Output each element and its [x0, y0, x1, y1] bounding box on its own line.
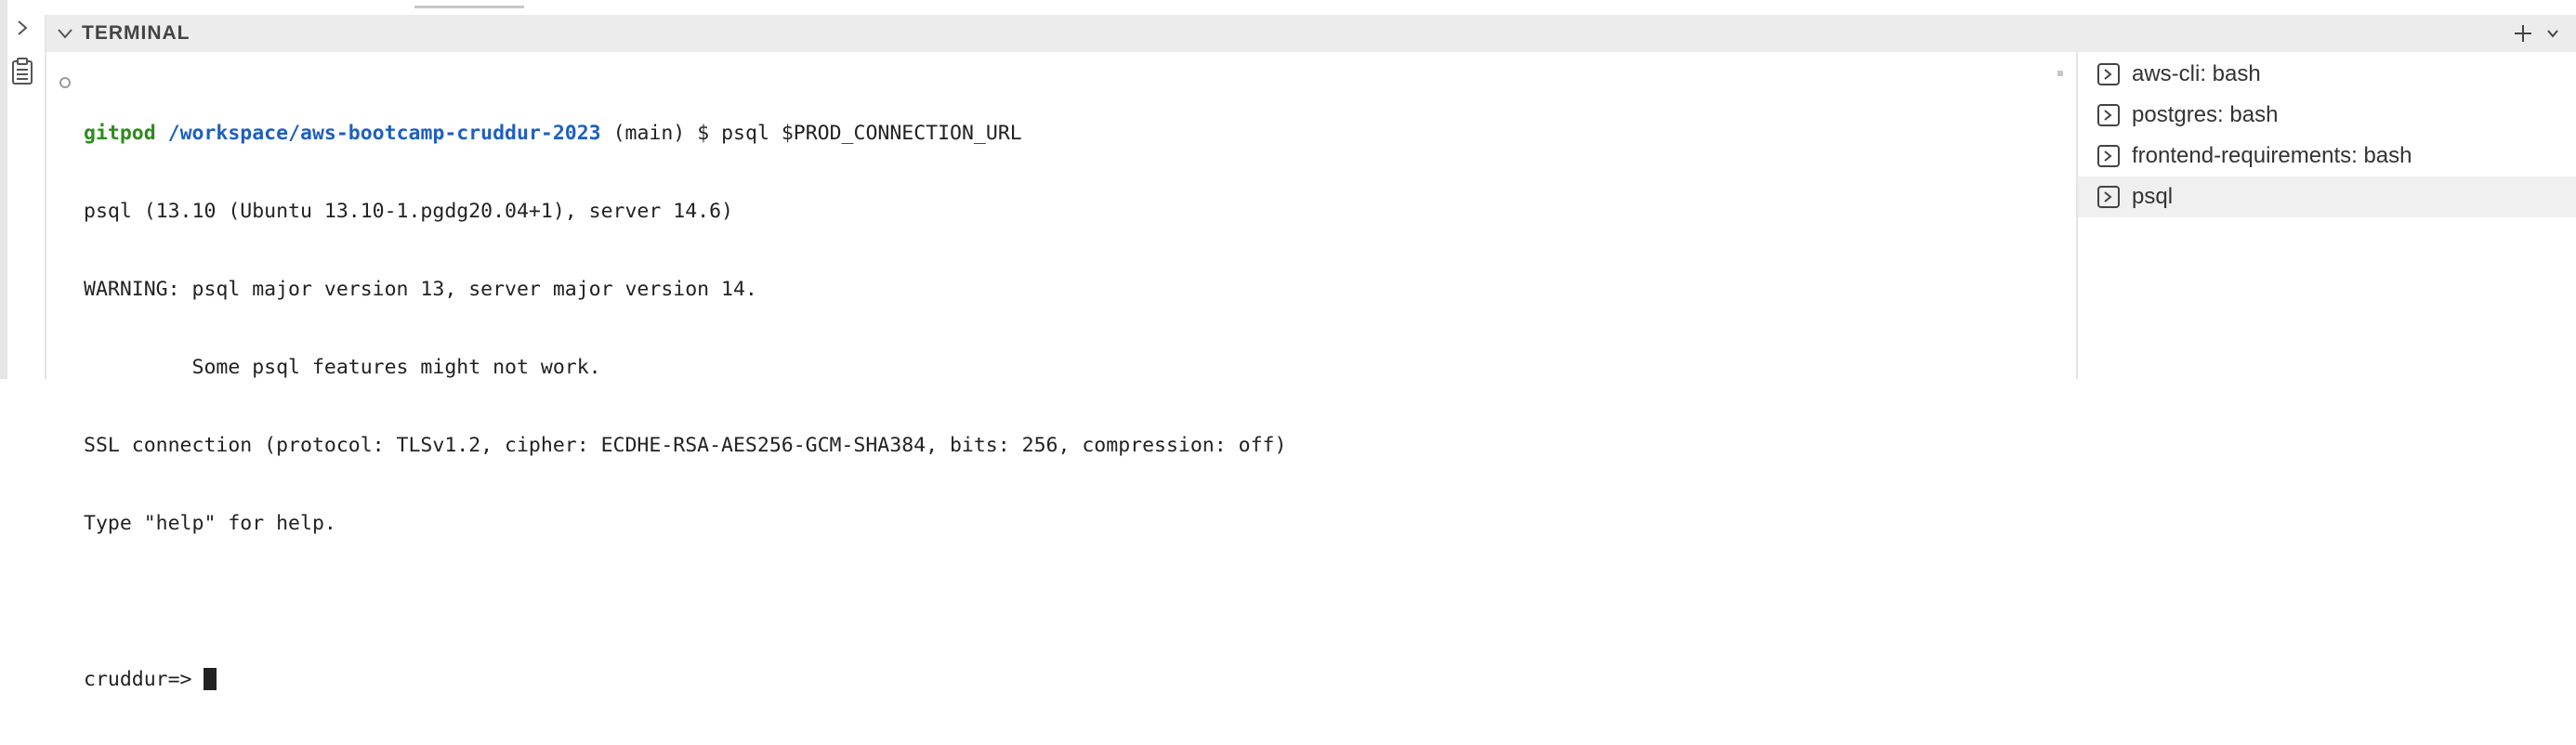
- tab-label: psql: [2132, 184, 2174, 209]
- top-tab-indicator: [414, 6, 524, 8]
- current-prompt-line[interactable]: cruddur=>: [84, 667, 1286, 693]
- activity-bar: [0, 0, 7, 379]
- terminal-tab-aws-cli[interactable]: aws-cli: bash: [2078, 54, 2576, 95]
- output-line: Some psql features might not work.: [84, 356, 601, 379]
- header-actions: [2509, 15, 2567, 52]
- terminal-output[interactable]: gitpod /workspace/aws-bootcamp-cruddur-2…: [46, 52, 2076, 691]
- output-line: SSL connection (protocol: TLSv1.2, ciphe…: [84, 434, 1287, 457]
- terminal-icon: [2097, 186, 2120, 208]
- chevron-right-icon[interactable]: [13, 17, 32, 39]
- scrollbar-marker: [2057, 71, 2063, 76]
- panel-title[interactable]: TERMINAL: [82, 22, 191, 45]
- terminal-icon: [2097, 145, 2120, 167]
- prompt-path: /workspace/aws-bootcamp-cruddur-2023: [167, 122, 601, 145]
- clipboard-icon[interactable]: [11, 58, 33, 85]
- output-line: psql (13.10 (Ubuntu 13.10-1.pgdg20.04+1)…: [84, 200, 733, 223]
- terminal-cursor: [204, 668, 217, 690]
- current-prompt: cruddur=>: [84, 668, 204, 691]
- output-line: Type "help" for help.: [84, 512, 336, 535]
- tab-label: frontend-requirements: bash: [2132, 143, 2412, 168]
- chevron-down-icon[interactable]: [54, 22, 76, 45]
- output-line: WARNING: psql major version 13, server m…: [84, 278, 757, 301]
- terminal-tab-list: aws-cli: bash postgres: bash frontend-re…: [2078, 54, 2576, 217]
- terminal-tab-frontend-requirements[interactable]: frontend-requirements: bash: [2078, 136, 2576, 176]
- tab-label: postgres: bash: [2132, 102, 2279, 127]
- terminal-icon: [2097, 63, 2120, 85]
- plus-icon[interactable]: [2509, 20, 2537, 47]
- terminal-tab-postgres[interactable]: postgres: bash: [2078, 95, 2576, 136]
- chevron-down-icon[interactable]: [2539, 20, 2567, 47]
- prompt-symbol: $: [697, 122, 710, 145]
- terminal-lines: gitpod /workspace/aws-bootcamp-cruddur-2…: [84, 69, 1286, 745]
- prompt-branch: (main): [612, 122, 686, 145]
- terminal-icon: [2097, 104, 2120, 126]
- terminal-tab-psql[interactable]: psql: [2078, 176, 2576, 217]
- prompt-host: gitpod: [84, 122, 156, 145]
- terminal-panel-header: TERMINAL: [46, 15, 2576, 52]
- command-decoration-icon[interactable]: [59, 77, 71, 88]
- tab-label: aws-cli: bash: [2132, 61, 2261, 86]
- prompt-line: gitpod /workspace/aws-bootcamp-cruddur-2…: [84, 121, 1286, 147]
- prompt-command: psql $PROD_CONNECTION_URL: [721, 122, 1022, 145]
